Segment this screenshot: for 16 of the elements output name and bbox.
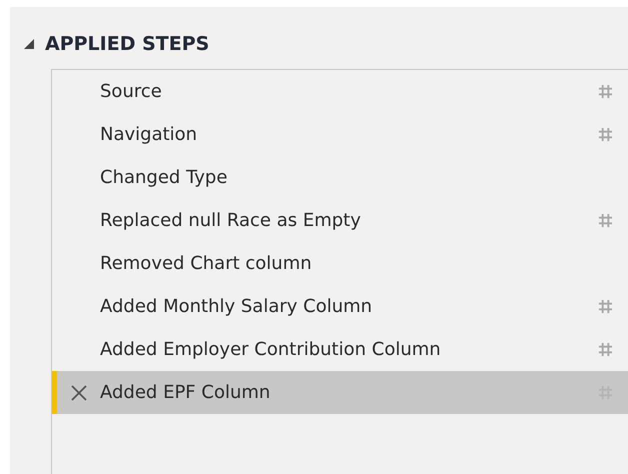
collapse-triangle-icon[interactable] — [23, 38, 35, 50]
step-item[interactable]: Added Employer Contribution Column — [52, 328, 628, 371]
step-item[interactable]: Changed Type — [52, 156, 628, 199]
settings-icon[interactable] — [598, 299, 613, 314]
settings-icon[interactable] — [598, 342, 613, 357]
settings-icon[interactable] — [598, 213, 613, 228]
step-item[interactable]: Added EPF Column — [52, 371, 628, 414]
step-item[interactable]: Navigation — [52, 113, 628, 156]
delete-icon[interactable] — [70, 384, 86, 400]
step-item[interactable]: Source — [52, 70, 628, 113]
step-item[interactable]: Replaced null Race as Empty — [52, 199, 628, 242]
settings-icon[interactable] — [598, 127, 613, 142]
step-item[interactable]: Added Monthly Salary Column — [52, 285, 628, 328]
step-item[interactable]: Removed Chart column — [52, 242, 628, 285]
section-title: APPLIED STEPS — [45, 33, 210, 55]
settings-icon[interactable] — [598, 84, 613, 99]
